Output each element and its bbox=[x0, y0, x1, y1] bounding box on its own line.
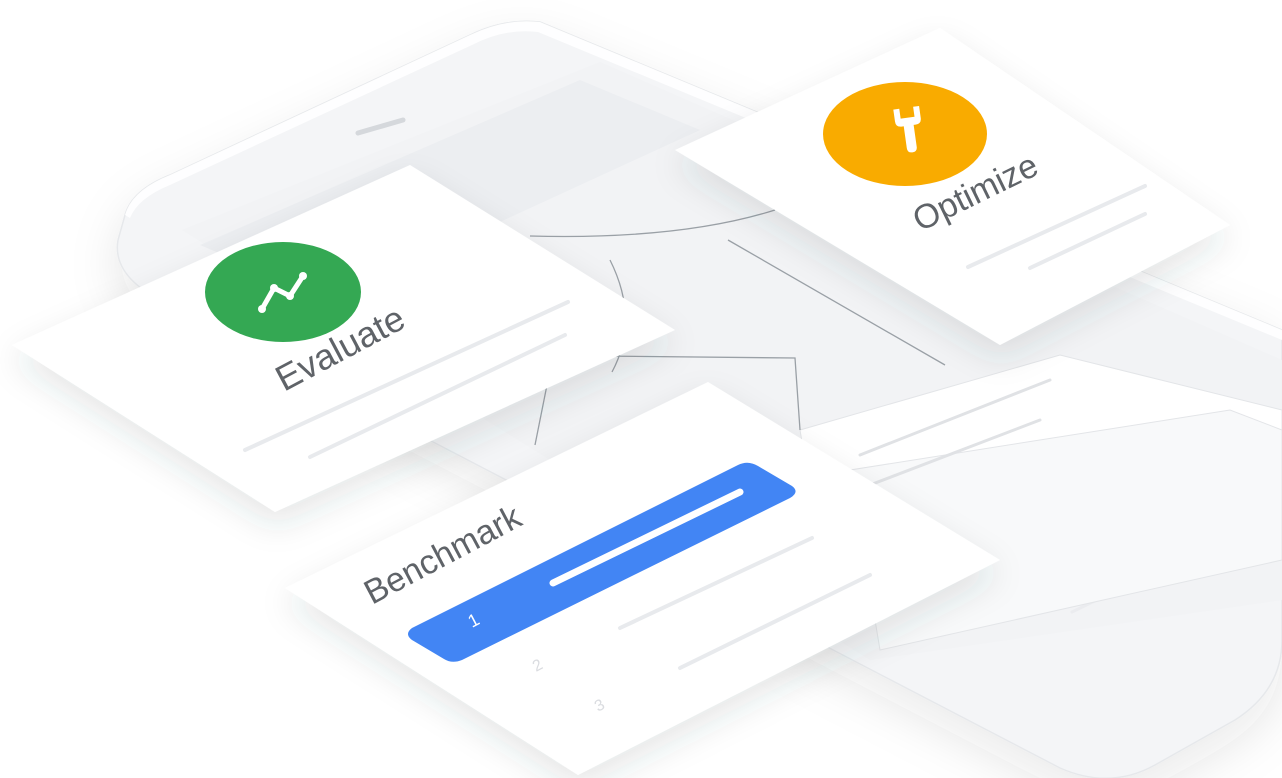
isometric-illustration: Optimize Evaluate Benchmark 1 2 3 bbox=[12, 20, 1282, 778]
optimize-icon-badge bbox=[823, 82, 987, 186]
illustration: Optimize Evaluate Benchmark 1 2 3 bbox=[0, 0, 1282, 778]
